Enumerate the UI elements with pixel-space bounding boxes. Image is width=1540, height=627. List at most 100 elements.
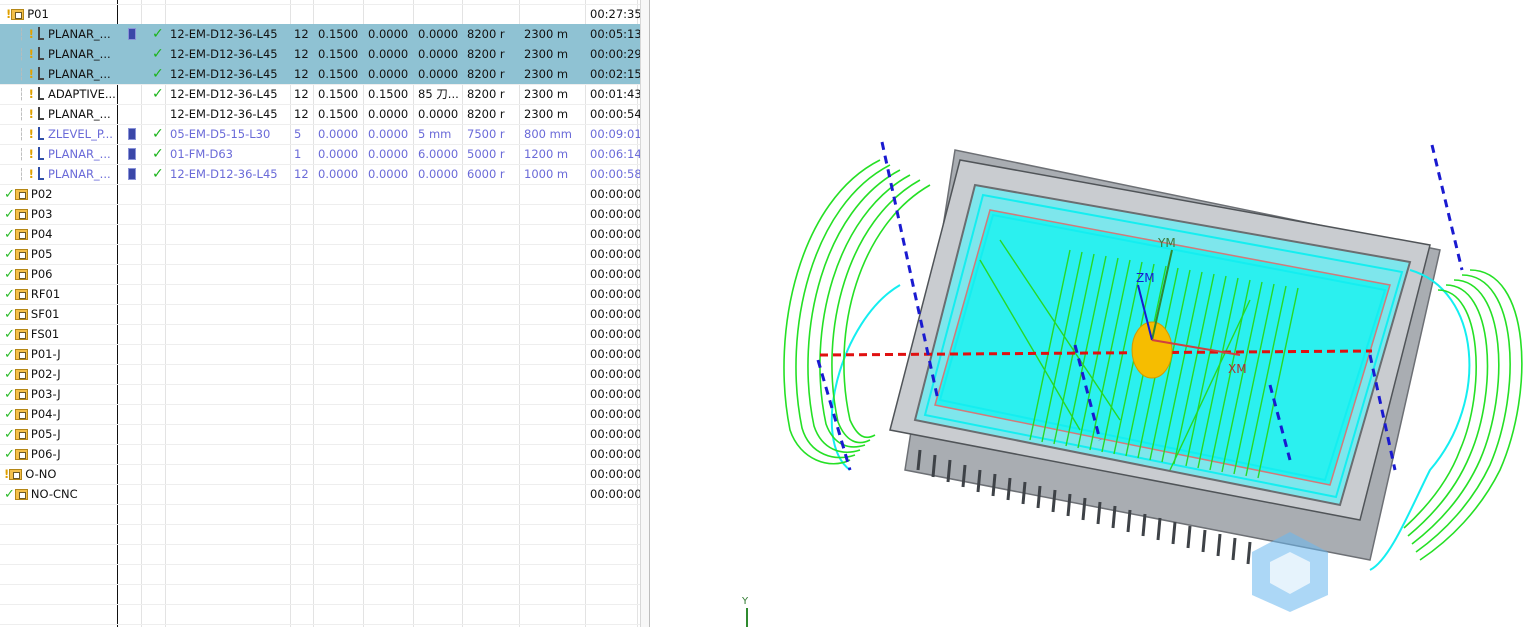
group-row-p03-j[interactable]: ✓ P03-J 00:00:00 <box>0 384 640 404</box>
check-icon: ✓ <box>152 66 164 82</box>
operation-navigator[interactable]: ! P01 00:27:35 ┆ ! PLANAR_... ✓ 12-EM-D12-36-… <box>0 0 640 627</box>
operation-tool: 05-EM-D5-15-L30 <box>170 127 271 141</box>
graphics-viewport[interactable]: YM ZM XM Y <box>650 0 1540 627</box>
group-row-sf01[interactable]: ✓ SF01 00:00:00 <box>0 304 640 324</box>
operation-c: 0.0000 <box>418 107 459 121</box>
operation-time: 00:01:43 <box>590 87 640 101</box>
group-row-o-no[interactable]: ! O-NO 00:00:00 <box>0 464 640 484</box>
operation-a: 0.1500 <box>318 87 359 101</box>
operation-time: 00:06:14 <box>590 147 640 161</box>
check-icon: ✓ <box>4 407 15 422</box>
tree-connector: ┆ ! <box>14 64 44 84</box>
group-row-p03[interactable]: ✓ P03 00:00:00 <box>0 204 640 224</box>
path-status-icon: ✓ <box>142 124 166 144</box>
operation-name: PLANAR_... <box>48 167 111 181</box>
group-row-p01[interactable]: ! P01 00:27:35 <box>0 4 640 24</box>
cutting-tool <box>1131 321 1173 379</box>
group-row-no-cnc[interactable]: ✓ NO-CNC 00:00:00 <box>0 484 640 504</box>
operation-row[interactable]: ┆ ! ZLEVEL_P... ✓ 05-EM-D5-15-L30 5 0.0000 0.… <box>0 124 640 144</box>
operation-feed: 1000 m <box>524 167 569 181</box>
group-row-p05-j[interactable]: ✓ P05-J 00:00:00 <box>0 424 640 444</box>
group-time: 00:00:00 <box>590 287 640 301</box>
tool-status-icon <box>118 24 140 44</box>
operation-row[interactable]: ┆ ! PLANAR_... ✓ 01-FM-D63 1 0.0000 0.0000 6.0… <box>0 144 640 164</box>
program-group-icon <box>14 329 28 340</box>
check-icon: ✓ <box>152 46 164 62</box>
group-row-fs01[interactable]: ✓ FS01 00:00:00 <box>0 324 640 344</box>
operation-name: PLANAR_... <box>48 67 111 81</box>
group-time: 00:00:00 <box>590 307 640 321</box>
check-icon: ✓ <box>152 26 164 42</box>
operation-row[interactable]: ┆ ! PLANAR_... 12-EM-D12-36-L45 12 0.1500 0.… <box>0 104 640 124</box>
operation-row[interactable]: ┆ ! PLANAR_... ✓ 12-EM-D12-36-L45 12 0.1500 0… <box>0 64 640 84</box>
group-name: P04 <box>30 227 53 241</box>
tree-connector: ┆ ! <box>14 104 44 124</box>
group-name: P03-J <box>30 387 61 401</box>
operation-row[interactable]: ┆ ! PLANAR_... ✓ 12-EM-D12-36-L45 12 0.0000 0… <box>0 164 640 184</box>
group-name: RF01 <box>30 287 61 301</box>
tree-connector: ┆ ! <box>14 44 44 64</box>
check-icon: ✓ <box>4 247 15 262</box>
operation-tool: 12-EM-D12-36-L45 <box>170 107 278 121</box>
warning-icon: ! <box>28 167 34 181</box>
operation-row[interactable]: ┆ ! PLANAR_... ✓ 12-EM-D12-36-L45 12 0.1500 0… <box>0 24 640 44</box>
group-row-p01-j[interactable]: ✓ P01-J 00:00:00 <box>0 344 640 364</box>
operation-c: 0.0000 <box>418 27 459 41</box>
warning-icon: ! <box>28 27 34 41</box>
group-name: NO-CNC <box>30 487 78 501</box>
group-row-p02-j[interactable]: ✓ P02-J 00:00:00 <box>0 364 640 384</box>
xm-label: XM <box>1228 362 1247 376</box>
program-group-icon <box>11 9 25 20</box>
tree-connector: ┆ ! <box>14 164 44 184</box>
operation-speed: 8200 r <box>467 87 505 101</box>
operation-num: 12 <box>294 67 309 81</box>
operation-c: 0.0000 <box>418 67 459 81</box>
part-toolpath-view[interactable]: YM ZM XM Y <box>650 0 1540 627</box>
operation-tool: 12-EM-D12-36-L45 <box>170 67 278 81</box>
check-icon: ✓ <box>4 327 15 342</box>
operation-tool: 12-EM-D12-36-L45 <box>170 167 278 181</box>
check-icon: ✓ <box>4 267 15 282</box>
operation-speed: 8200 r <box>467 67 505 81</box>
group-row-p04-j[interactable]: ✓ P04-J 00:00:00 <box>0 404 640 424</box>
program-group-icon <box>14 409 28 420</box>
group-row-p06-j[interactable]: ✓ P06-J 00:00:00 <box>0 444 640 464</box>
operation-row[interactable]: ┆ ! PLANAR_... ✓ 12-EM-D12-36-L45 12 0.1500 0… <box>0 44 640 64</box>
group-name: P01 <box>27 7 49 21</box>
tool-holder-icon <box>128 128 136 140</box>
operation-feed: 2300 m <box>524 27 569 41</box>
program-group-icon <box>14 249 28 260</box>
operation-feed: 2300 m <box>524 87 569 101</box>
program-group-icon <box>14 209 28 220</box>
operation-c: 85 刀... <box>418 87 459 101</box>
path-status-icon: ✓ <box>142 24 166 44</box>
operation-a: 0.0000 <box>318 167 359 181</box>
operation-num: 12 <box>294 107 309 121</box>
tree-connector: ┆ ! <box>14 24 44 44</box>
group-time: 00:00:00 <box>590 427 640 441</box>
group-name: P05 <box>30 247 53 261</box>
group-row-p04[interactable]: ✓ P04 00:00:00 <box>0 224 640 244</box>
check-icon: ✓ <box>4 227 15 242</box>
group-row-p06[interactable]: ✓ P06 00:00:00 <box>0 264 640 284</box>
operation-a: 0.0000 <box>318 127 359 141</box>
group-name: P06 <box>30 267 53 281</box>
operation-b: 0.0000 <box>368 167 409 181</box>
check-icon: ✓ <box>4 347 15 362</box>
group-name: O-NO <box>25 467 57 481</box>
operation-name: PLANAR_... <box>48 47 111 61</box>
panel-splitter[interactable] <box>640 0 650 627</box>
operation-tool: 12-EM-D12-36-L45 <box>170 47 278 61</box>
program-group-icon <box>9 469 23 480</box>
operation-speed: 8200 r <box>467 47 505 61</box>
group-row-p02[interactable]: ✓ P02 00:00:00 <box>0 184 640 204</box>
group-row-p05[interactable]: ✓ P05 00:00:00 <box>0 244 640 264</box>
operation-a: 0.1500 <box>318 27 359 41</box>
operation-row[interactable]: ┆ ! ADAPTIVE... ✓ 12-EM-D12-36-L45 12 0.1500… <box>0 84 640 104</box>
path-status-icon: ✓ <box>142 164 166 184</box>
group-time: 00:00:00 <box>590 447 640 461</box>
tool-holder-icon <box>128 28 136 40</box>
program-group-icon <box>14 229 28 240</box>
group-row-rf01[interactable]: ✓ RF01 00:00:00 <box>0 284 640 304</box>
check-icon: ✓ <box>4 207 15 222</box>
